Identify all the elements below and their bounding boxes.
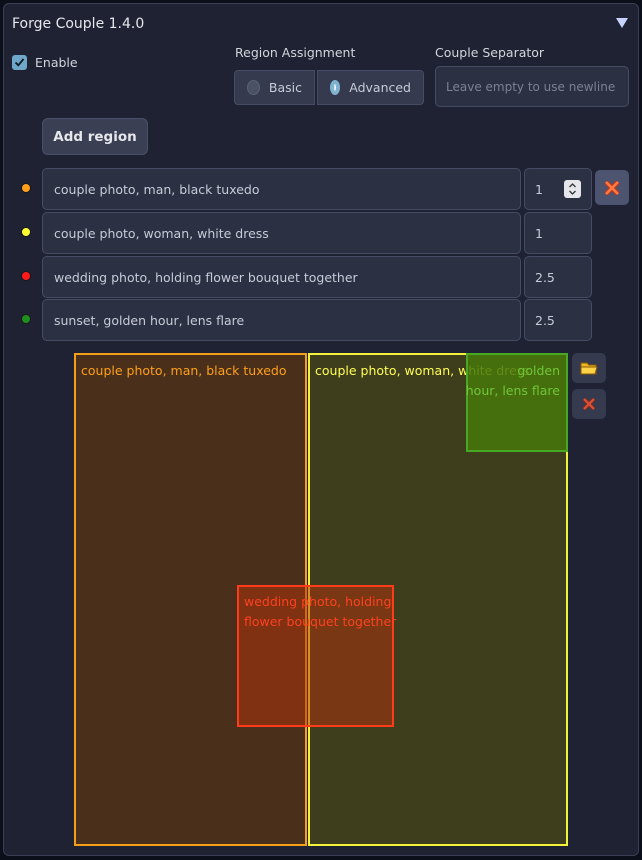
region-color-dot — [21, 314, 31, 324]
region-weight-value: 1 — [535, 225, 543, 241]
region-prompt-input[interactable]: wedding photo, holding flower bouquet to… — [42, 256, 521, 298]
enable-checkbox[interactable] — [12, 55, 27, 70]
folder-icon — [580, 362, 598, 375]
region-weight-value: 2.5 — [535, 312, 555, 328]
region-row: couple photo, woman, white dress 1 — [4, 212, 640, 254]
region-mapping-canvas[interactable]: couple photo, man, black tuxedo couple p… — [74, 353, 568, 846]
region-row: wedding photo, holding flower bouquet to… — [4, 256, 640, 298]
region-weight-value: 2.5 — [535, 269, 555, 285]
region-color-dot — [21, 183, 31, 193]
region-box-sunset[interactable]: golden hour, lens flare — [466, 353, 568, 452]
region-box-label: couple photo, man, black tuxedo — [81, 363, 287, 378]
stepper-arrows-icon — [569, 183, 576, 195]
region-color-dot — [21, 227, 31, 237]
region-prompt-input[interactable]: couple photo, woman, white dress — [42, 212, 521, 254]
region-weight-input[interactable]: 1 — [524, 212, 592, 254]
region-weight-input[interactable]: 1 — [524, 168, 592, 210]
check-icon — [14, 58, 25, 67]
region-prompt-input[interactable]: couple photo, man, black tuxedo — [42, 168, 521, 210]
close-icon — [604, 179, 620, 196]
panel-title[interactable]: Forge Couple 1.4.0 — [12, 16, 144, 32]
delete-region-button[interactable] — [595, 170, 629, 205]
radio-basic-indicator — [247, 80, 260, 95]
region-weight-input[interactable]: 2.5 — [524, 256, 592, 298]
radio-advanced-indicator — [330, 80, 341, 95]
region-prompt-input[interactable]: sunset, golden hour, lens flare — [42, 299, 521, 341]
radio-advanced-label: Advanced — [349, 80, 411, 95]
triangle-down-icon[interactable] — [616, 18, 628, 28]
region-box-label-line: hour, lens flare — [465, 383, 560, 398]
radio-basic[interactable]: Basic — [234, 70, 315, 105]
region-weight-value: 1 — [535, 181, 543, 197]
region-box-label-line: wedding photo, holding — [244, 594, 392, 609]
radio-advanced[interactable]: Advanced — [317, 70, 424, 105]
forge-couple-panel: Forge Couple 1.4.0 Enable Region Assignm… — [3, 3, 639, 856]
close-icon — [582, 397, 596, 411]
region-box-label-line: flower bouquet together — [244, 614, 397, 629]
region-box-label-line: golden — [517, 363, 560, 378]
enable-checkbox-row[interactable]: Enable — [12, 55, 78, 70]
region-row: couple photo, man, black tuxedo 1 — [4, 168, 640, 210]
enable-label: Enable — [35, 55, 78, 70]
weight-stepper[interactable] — [564, 180, 581, 198]
radio-basic-label: Basic — [268, 80, 302, 95]
couple-separator-label: Couple Separator — [435, 45, 545, 60]
region-box-label: wedding photo, holding flower bouquet to… — [244, 592, 396, 632]
region-color-dot — [21, 271, 31, 281]
region-row: sunset, golden hour, lens flare 2.5 — [4, 299, 640, 341]
add-region-button[interactable]: Add region — [42, 118, 148, 155]
region-assignment-radio-group: Basic Advanced — [234, 70, 424, 105]
load-image-button[interactable] — [572, 353, 606, 383]
region-box-wedding[interactable]: wedding photo, holding flower bouquet to… — [237, 585, 396, 727]
couple-separator-input[interactable] — [435, 66, 629, 107]
clear-image-button[interactable] — [572, 389, 606, 419]
region-assignment-label: Region Assignment — [235, 45, 356, 60]
region-box-label: golden hour, lens flare — [466, 361, 560, 401]
region-weight-input[interactable]: 2.5 — [524, 299, 592, 341]
